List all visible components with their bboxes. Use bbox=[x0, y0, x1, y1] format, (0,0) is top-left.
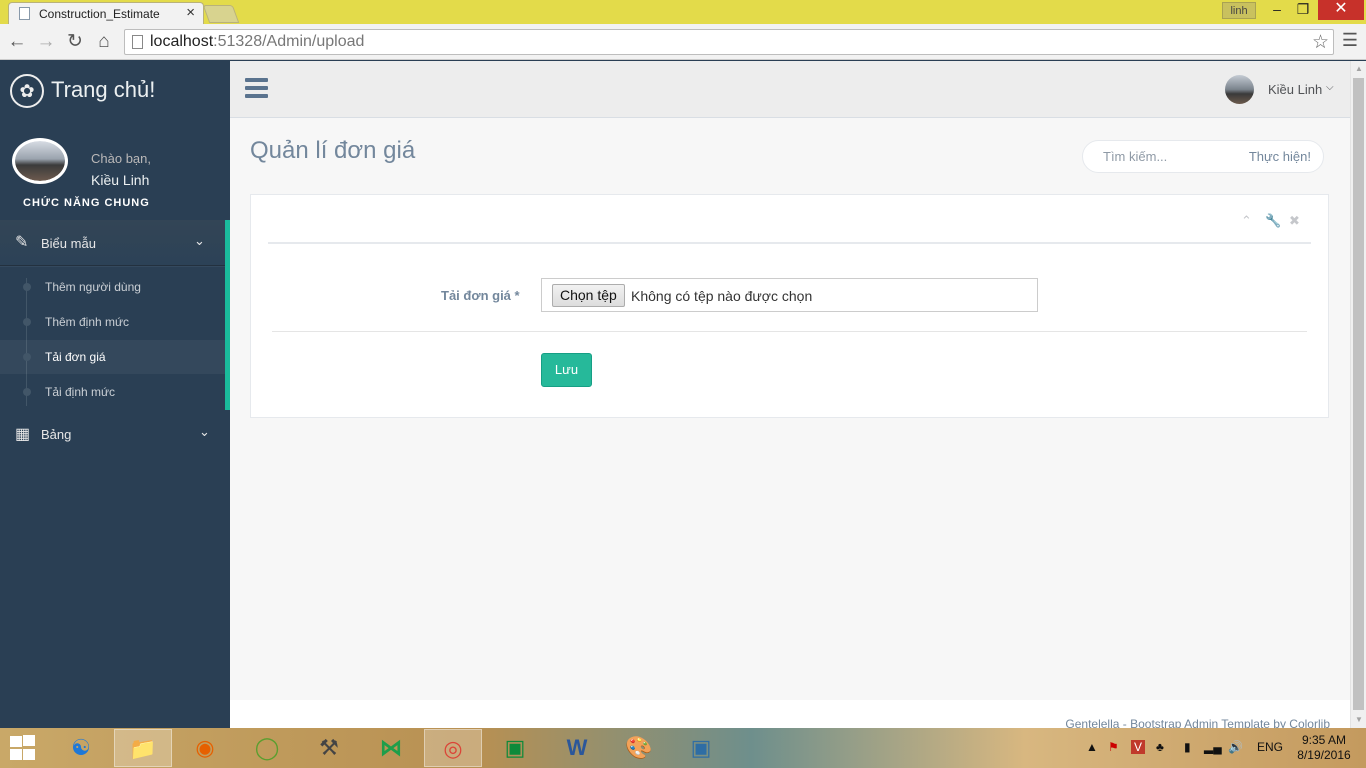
save-button[interactable]: Lưu bbox=[541, 353, 592, 387]
paint-icon[interactable]: 🎨 bbox=[610, 729, 668, 767]
top-navbar: Kiều Linh ⌵ bbox=[230, 61, 1350, 118]
bookmark-star-icon[interactable]: ☆ bbox=[1312, 31, 1329, 54]
file-status-text: Không có tệp nào được chọn bbox=[631, 288, 813, 304]
word-icon[interactable]: W bbox=[548, 729, 606, 767]
bullet-icon bbox=[23, 318, 31, 326]
sidebar-subitem-add-user[interactable]: Thêm người dùng bbox=[0, 270, 225, 304]
clock-date: 8/19/2016 bbox=[1297, 748, 1351, 762]
choose-file-button[interactable]: Chọn tệp bbox=[552, 284, 625, 307]
sidebar-subitem-label: Tải định mức bbox=[45, 385, 116, 399]
brand-title: Trang chủ! bbox=[51, 77, 156, 102]
collapse-icon[interactable]: ⌃ bbox=[1241, 213, 1252, 229]
internet-explorer-icon[interactable]: ☯ bbox=[52, 729, 110, 767]
tools-icon[interactable]: ⚒ bbox=[300, 729, 358, 767]
chevron-down-icon: ⌄ bbox=[199, 424, 210, 439]
volume-icon[interactable]: 🔊 bbox=[1228, 740, 1243, 754]
chevron-down-icon: ⌄ bbox=[194, 233, 205, 248]
back-icon[interactable]: ← bbox=[5, 30, 29, 54]
reload-icon[interactable]: ↻ bbox=[63, 30, 87, 54]
search-group: Thực hiện! bbox=[1082, 140, 1324, 173]
divider bbox=[268, 242, 1311, 244]
page-icon bbox=[132, 35, 143, 49]
battery-icon[interactable]: ▮ bbox=[1184, 740, 1191, 754]
sidebar-item-tables[interactable]: ▦ Bảng ⌄ bbox=[0, 416, 230, 454]
address-bar[interactable]: localhost:51328/Admin/upload ☆ bbox=[124, 29, 1334, 55]
scroll-down-icon[interactable]: ▼ bbox=[1351, 712, 1366, 728]
chrome-icon[interactable]: ◎ bbox=[424, 729, 482, 767]
photos-icon[interactable]: ▣ bbox=[672, 729, 730, 767]
home-icon[interactable]: ⌂ bbox=[92, 30, 116, 54]
browser-toolbar: ← → ↻ ⌂ localhost:51328/Admin/upload ☆ ☰ bbox=[0, 24, 1366, 60]
upload-panel: ⌃ 🔧 ✖ Tải đơn giá * Chọn tệp Không có tệ… bbox=[250, 194, 1329, 418]
clock-time: 9:35 AM bbox=[1301, 733, 1347, 747]
visual-studio-icon[interactable]: ⋈ bbox=[362, 729, 420, 767]
search-button[interactable]: Thực hiện! bbox=[1235, 142, 1321, 171]
tray-expand-icon[interactable]: ▲ bbox=[1086, 740, 1098, 754]
network-icon[interactable]: ▂▄ bbox=[1204, 740, 1222, 754]
search-input[interactable] bbox=[1084, 142, 1230, 171]
browser-tab[interactable]: Construction_Estimate × bbox=[8, 2, 204, 24]
profile-greeting: Chào bạn, bbox=[91, 151, 151, 166]
window-close-icon[interactable]: ✕ bbox=[1318, 0, 1364, 20]
edit-icon: ✎ bbox=[15, 234, 29, 251]
bullet-icon bbox=[23, 283, 31, 291]
sidebar-subitem-add-norm[interactable]: Thêm định mức bbox=[0, 305, 225, 339]
footer: Gentelella - Bootstrap Admin Template by… bbox=[230, 700, 1350, 731]
profile-name: Kiều Linh bbox=[91, 172, 150, 188]
divider bbox=[272, 331, 1307, 332]
taskbar-clock[interactable]: 9:35 AM 8/19/2016 bbox=[1296, 733, 1352, 763]
wrench-icon[interactable]: 🔧 bbox=[1265, 213, 1281, 229]
window-user-badge: linh bbox=[1222, 2, 1256, 19]
paw-icon: ✿ bbox=[10, 74, 44, 108]
windows-start-icon[interactable] bbox=[8, 735, 36, 761]
language-indicator[interactable]: ENG bbox=[1257, 740, 1283, 754]
file-explorer-icon[interactable]: 📁 bbox=[114, 729, 172, 767]
taskbar: ☯ 📁 ◉ ◯ ⚒ ⋈ ◎ ▣ W 🎨 ▣ ▲ ⚑ V ♣ ▮ ▂▄ 🔊 ENG… bbox=[0, 728, 1366, 768]
forward-icon[interactable]: → bbox=[34, 30, 58, 54]
tray-flag-icon[interactable]: ⚑ bbox=[1108, 740, 1119, 754]
main-content: Quản lí đơn giá Thực hiện! ⌃ 🔧 ✖ Tải đơn… bbox=[230, 118, 1350, 700]
sidebar-subitem-upload-price[interactable]: Tải đơn giá bbox=[0, 340, 225, 374]
sidebar-menu-forms: ✎ Biểu mẫu ⌄ Thêm người dùng Thêm định m… bbox=[0, 220, 230, 410]
store-icon[interactable]: ▣ bbox=[486, 729, 544, 767]
menu-section-title: CHỨC NĂNG CHUNG bbox=[23, 197, 150, 209]
maximize-icon[interactable]: ❐ bbox=[1290, 0, 1316, 20]
sidebar-item-label: Bảng bbox=[41, 427, 72, 442]
app-icon[interactable]: ◯ bbox=[238, 729, 296, 767]
sidebar-subitem-label: Thêm người dùng bbox=[45, 280, 141, 294]
sidebar-subitem-label: Tải đơn giá bbox=[45, 350, 106, 364]
minimize-icon[interactable]: – bbox=[1264, 0, 1290, 20]
sidebar-subitem-upload-norm[interactable]: Tải định mức bbox=[0, 375, 225, 409]
page-scrollbar[interactable]: ▲ ▼ bbox=[1350, 61, 1366, 728]
tray-app2-icon[interactable]: ♣ bbox=[1156, 740, 1164, 754]
bullet-icon bbox=[23, 353, 31, 361]
sidebar-item-forms[interactable]: ✎ Biểu mẫu ⌄ bbox=[0, 220, 225, 266]
file-input[interactable]: Chọn tệp Không có tệp nào được chọn bbox=[541, 278, 1038, 312]
sidebar-subitem-label: Thêm định mức bbox=[45, 315, 130, 329]
avatar[interactable] bbox=[1225, 75, 1254, 104]
sidebar: ✿ Trang chủ! Chào bạn, Kiều Linh CHỨC NĂ… bbox=[0, 61, 230, 728]
menu-toggle-icon[interactable] bbox=[245, 78, 268, 100]
caret-down-icon[interactable]: ⌵ bbox=[1326, 82, 1334, 93]
file-field-label: Tải đơn giá * bbox=[441, 288, 520, 303]
url-text: localhost:51328/Admin/upload bbox=[150, 33, 365, 50]
bullet-icon bbox=[23, 388, 31, 396]
user-menu-name[interactable]: Kiều Linh bbox=[1268, 82, 1322, 97]
table-icon: ▦ bbox=[15, 426, 31, 443]
new-tab-button[interactable] bbox=[202, 5, 240, 23]
page-favicon-icon bbox=[19, 7, 30, 20]
close-icon[interactable]: ✖ bbox=[1289, 213, 1300, 229]
tab-close-icon[interactable]: × bbox=[186, 4, 195, 21]
browser-menu-icon[interactable]: ☰ bbox=[1340, 30, 1360, 54]
tray-app-icon[interactable]: V bbox=[1131, 740, 1146, 754]
scroll-thumb[interactable] bbox=[1353, 78, 1364, 710]
panel-toolbox: ⌃ 🔧 ✖ bbox=[1241, 213, 1301, 229]
sidebar-item-label: Biểu mẫu bbox=[41, 236, 96, 251]
profile-avatar bbox=[12, 138, 68, 184]
scroll-up-icon[interactable]: ▲ bbox=[1351, 61, 1366, 77]
page-title: Quản lí đơn giá bbox=[250, 137, 416, 164]
tab-title: Construction_Estimate bbox=[39, 7, 160, 21]
firefox-icon[interactable]: ◉ bbox=[176, 729, 234, 767]
browser-titlebar: Construction_Estimate × linh – ❐ ✕ bbox=[0, 0, 1366, 24]
